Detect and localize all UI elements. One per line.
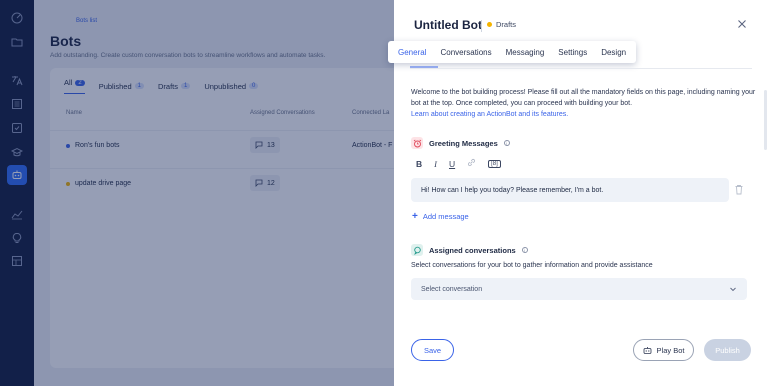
tabs-divider — [410, 68, 752, 69]
conversation-select[interactable]: Select conversation — [411, 278, 747, 300]
add-message-button[interactable]: + Add message — [412, 211, 469, 222]
title-divider — [481, 20, 482, 32]
learn-more-link[interactable]: Learn about creating an ActionBot and it… — [411, 109, 756, 120]
play-bot-button[interactable]: Play Bot — [633, 339, 694, 361]
scrollbar[interactable] — [764, 90, 767, 150]
plus-icon: + — [412, 211, 418, 222]
assigned-section-header: Assigned conversations i — [411, 244, 528, 256]
bold-button[interactable]: B — [416, 159, 422, 169]
assigned-description: Select conversations for your bot to gat… — [411, 262, 653, 269]
tab-messaging[interactable]: Messaging — [506, 48, 545, 57]
bot-editor-panel: Untitled Bot Drafts General Conversation… — [388, 0, 768, 386]
close-icon[interactable] — [736, 18, 748, 30]
save-button[interactable]: Save — [411, 339, 454, 361]
underline-button[interactable]: U — [449, 159, 455, 169]
format-toolbar: B I U [8] — [416, 158, 501, 169]
info-icon[interactable]: i — [521, 247, 528, 253]
publish-button[interactable]: Publish — [704, 339, 751, 361]
tab-settings[interactable]: Settings — [558, 48, 587, 57]
intro-text: Welcome to the bot building process! Ple… — [411, 89, 756, 120]
italic-button[interactable]: I — [434, 159, 437, 169]
greeting-section-header: Greeting Messages i — [411, 137, 510, 149]
tab-design[interactable]: Design — [601, 48, 626, 57]
editor-tabs: General Conversations Messaging Settings… — [388, 41, 637, 63]
trash-icon[interactable] — [734, 184, 744, 195]
chat-bubble-icon — [411, 244, 423, 256]
status-badge: Drafts — [487, 20, 516, 29]
chevron-down-icon — [730, 287, 736, 292]
tab-general[interactable]: General — [398, 48, 426, 57]
bot-name-title[interactable]: Untitled Bot — [414, 18, 482, 32]
tab-conversations[interactable]: Conversations — [440, 48, 491, 57]
greeting-message-field[interactable]: Hi! How can I help you today? Please rem… — [411, 178, 729, 202]
modal-backdrop[interactable] — [0, 0, 394, 386]
link-icon[interactable] — [467, 158, 476, 169]
draft-dot — [487, 22, 492, 27]
variable-button[interactable]: [8] — [488, 159, 501, 168]
bot-icon — [643, 346, 651, 354]
info-icon[interactable]: i — [503, 140, 510, 146]
alarm-clock-icon — [411, 137, 423, 149]
